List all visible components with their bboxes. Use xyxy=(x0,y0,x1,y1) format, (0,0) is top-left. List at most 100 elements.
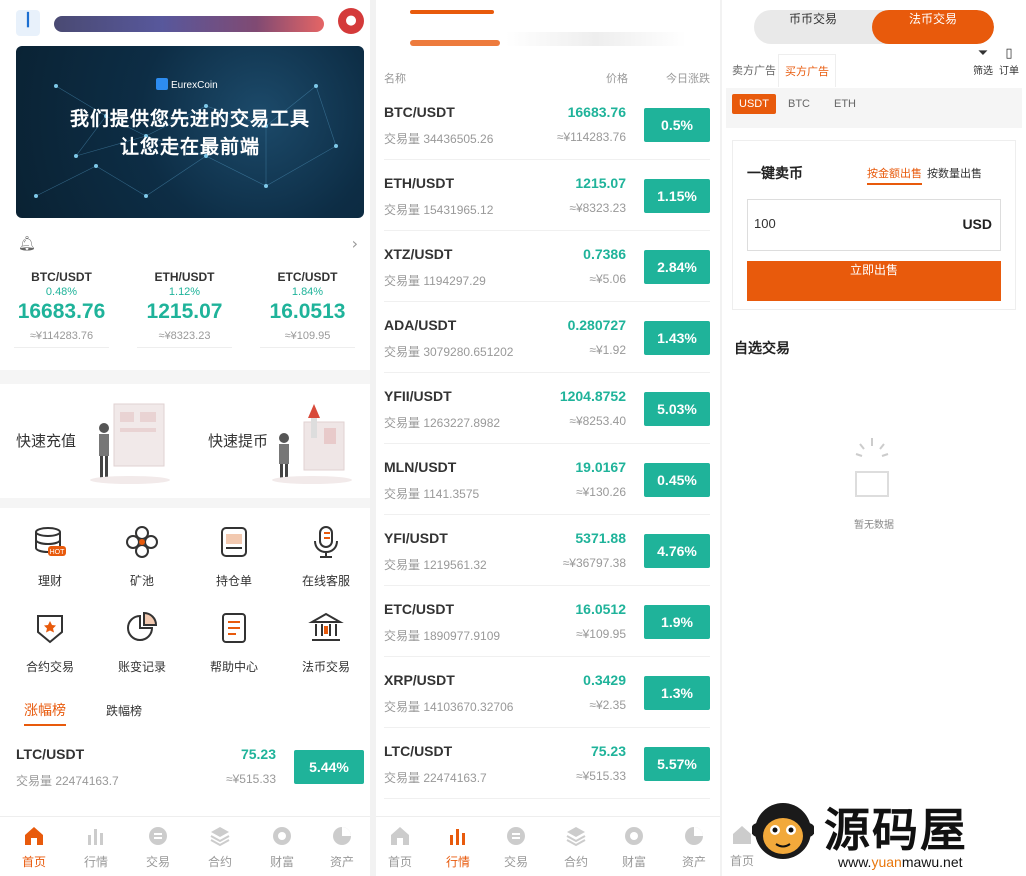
grid-item-mining-pool[interactable]: 矿池 xyxy=(96,518,188,598)
nav-assets[interactable]: 资产 xyxy=(312,825,370,870)
market-row[interactable]: XRP/USDT 交易量 14103670.32706 0.3429 ≈¥2.35 1.… xyxy=(384,666,710,728)
app-logo-icon[interactable]: ꟾ xyxy=(16,10,40,36)
header-change[interactable]: 今日涨跌 xyxy=(666,70,710,86)
trade-type-switch: 币币交易 法币交易 xyxy=(754,10,994,44)
bar-chart-icon xyxy=(447,825,469,847)
grid-item-help[interactable]: 帮助中心 xyxy=(188,604,280,684)
grid-label: 理财 xyxy=(37,574,62,588)
ticker-price: 1215.07 xyxy=(146,300,223,323)
row-change-badge: 1.15% xyxy=(644,179,710,213)
market-row[interactable]: YFI/USDT 交易量 1219561.32 5371.88 ≈¥36797.38 4… xyxy=(384,524,710,586)
row-change-badge: 0.45% xyxy=(644,463,710,497)
ticker-pair: ETH/USDT xyxy=(154,270,215,284)
nav-contract[interactable]: 合约 xyxy=(190,825,250,870)
row-volume: 交易量 15431965.12 xyxy=(384,203,494,217)
grid-item-ledger[interactable]: 账变记录 xyxy=(96,604,188,684)
market-row[interactable]: YFII/USDT 交易量 1263227.8982 1204.8752 ≈¥8253… xyxy=(384,382,710,444)
watermark-url: www.yuanmawu.net xyxy=(838,854,963,870)
market-row[interactable]: MLN/USDT 交易量 1141.3575 19.0167 ≈¥130.26 0.45… xyxy=(384,453,710,515)
ticker-pair: BTC/USDT xyxy=(31,270,92,284)
nav-label: 交易 xyxy=(503,855,528,869)
nav-label: 财富 xyxy=(269,855,294,869)
market-row[interactable]: ETH/USDT 交易量 15431965.12 1215.07 ≈¥8323.23 1… xyxy=(384,169,710,231)
bottom-nav: 首页 行情 交易 合约 财富 资产 xyxy=(0,816,370,876)
grid-item-contract[interactable]: 合约交易 xyxy=(4,604,96,684)
tab-losers[interactable]: 跌幅榜 xyxy=(106,702,142,719)
quick-withdraw-card[interactable]: 快速提币 xyxy=(186,390,362,494)
tab-sell-ads[interactable]: 卖方广告 xyxy=(732,62,776,78)
tab-sell-by-quantity[interactable]: 按数量出售 xyxy=(927,165,982,181)
market-row[interactable]: LTC/USDT 交易量 22474163.7 75.23 ≈¥515.33 5.57% xyxy=(384,737,710,799)
grid-item-finance[interactable]: HOT 理财 xyxy=(4,518,96,598)
row-pair: YFII/USDT xyxy=(384,388,452,404)
tab-fiat-trade[interactable]: 法币交易 xyxy=(872,10,994,44)
promo-banner[interactable]: EurexCoin 我们提供您先进的交易工具 让您走在最前端 xyxy=(16,46,364,218)
user-avatar-icon[interactable]: ● xyxy=(338,8,364,34)
row-pair: LTC/USDT xyxy=(384,743,453,759)
row-change-badge: 5.03% xyxy=(644,392,710,426)
position-icon xyxy=(216,524,252,560)
nav-market[interactable]: 行情 xyxy=(428,825,488,870)
market-row[interactable]: XTZ/USDT 交易量 1194297.29 0.7386 ≈¥5.06 2.84% xyxy=(384,240,710,302)
notice-bar[interactable]: 🔔︎ › xyxy=(16,234,364,258)
ticker-etc[interactable]: ETC/USDT 1.84% 16.0513 ≈¥109.95 xyxy=(246,270,369,348)
ticker-btc[interactable]: BTC/USDT 0.48% 16683.76 ≈¥114283.76 xyxy=(0,270,123,348)
row-cny: ≈¥1.92 xyxy=(589,343,626,357)
section-separator xyxy=(0,370,370,384)
row-price: 5371.88 xyxy=(575,530,626,546)
nav-label: 交易 xyxy=(145,855,170,869)
tab-buy-ads[interactable]: 买方广告 xyxy=(778,54,836,87)
ticker-eth[interactable]: ETH/USDT 1.12% 1215.07 ≈¥8323.23 xyxy=(123,270,246,348)
assets-pie-icon xyxy=(331,825,353,847)
nav-market[interactable]: 行情 xyxy=(66,825,126,870)
row-change-badge: 2.84% xyxy=(644,250,710,284)
nav-home[interactable]: 首页 xyxy=(376,825,430,870)
tab-coin-trade[interactable]: 币币交易 xyxy=(754,10,872,44)
bottom-nav: 首页 行情 交易 合约 财富 资产 xyxy=(376,816,720,876)
row-pair: BTC/USDT xyxy=(384,104,455,120)
ranking-row[interactable]: LTC/USDT 交易量 22474163.7 75.23 ≈¥515.33 5… xyxy=(16,740,364,794)
nav-trade[interactable]: 交易 xyxy=(128,825,188,870)
sell-now-button[interactable]: 立即出售 xyxy=(747,261,1001,301)
row-cny: ≈¥109.95 xyxy=(576,627,626,641)
grid-item-support[interactable]: 在线客服 xyxy=(280,518,370,598)
nav-wealth[interactable]: 财富 xyxy=(604,825,664,870)
orders-button[interactable]: ▯ 订单 xyxy=(994,46,1024,77)
row-change-badge: 0.5% xyxy=(644,108,710,142)
coin-eth[interactable]: ETH xyxy=(834,98,856,110)
tab-sell-by-amount[interactable]: 按金额出售 xyxy=(867,165,922,185)
nav-assets[interactable]: 资产 xyxy=(664,825,720,870)
chevron-right-icon[interactable]: › xyxy=(352,234,358,253)
top-bar: ꟾ ● xyxy=(14,6,364,40)
url-part: www. xyxy=(838,854,872,870)
ranking-tabs: 涨幅榜 跌幅榜 xyxy=(16,698,364,726)
nav-contract[interactable]: 合约 xyxy=(546,825,606,870)
nav-home[interactable]: 首页 xyxy=(4,825,64,870)
tab-gainers[interactable]: 涨幅榜 xyxy=(24,700,66,726)
grid-item-otc[interactable]: 法币交易 xyxy=(280,604,370,684)
market-row[interactable]: ETC/USDT 交易量 1890977.9109 16.0512 ≈¥109.95 1… xyxy=(384,595,710,657)
grid-label: 持仓单 xyxy=(215,574,252,588)
coin-usdt[interactable]: USDT xyxy=(732,94,776,114)
shield-icon xyxy=(32,610,68,646)
layers-icon xyxy=(565,825,587,847)
market-row[interactable]: ADA/USDT 交易量 3079280.651202 0.280727 ≈¥1.92… xyxy=(384,311,710,373)
empty-box-icon xyxy=(855,438,889,497)
grid-label: 在线客服 xyxy=(301,574,350,588)
mining-pool-icon xyxy=(124,524,160,560)
row-change-badge: 5.44% xyxy=(294,750,364,784)
layers-icon xyxy=(209,825,231,847)
brand-name: EurexCoin xyxy=(171,80,218,91)
trade-icon xyxy=(147,825,169,847)
grid-item-positions[interactable]: 持仓单 xyxy=(188,518,280,598)
market-row[interactable]: BTC/USDT 交易量 34436505.26 16683.76 ≈¥114283.… xyxy=(384,98,710,160)
monkey-logo-icon xyxy=(752,803,814,859)
header-price[interactable]: 价格 xyxy=(606,70,628,86)
row-price: 19.0167 xyxy=(575,459,626,475)
nav-trade[interactable]: 交易 xyxy=(486,825,546,870)
header-name[interactable]: 名称 xyxy=(384,70,406,86)
coin-btc[interactable]: BTC xyxy=(788,98,810,110)
amount-input[interactable]: 100 USD xyxy=(747,199,1001,251)
nav-wealth[interactable]: 财富 xyxy=(252,825,312,870)
quick-deposit-card[interactable]: 快速充值 xyxy=(4,390,180,494)
